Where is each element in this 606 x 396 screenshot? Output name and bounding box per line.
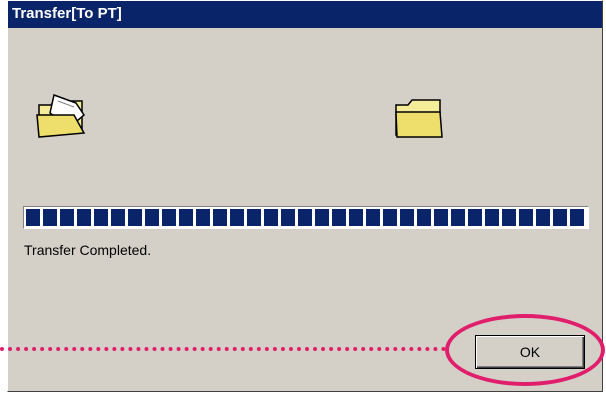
folder-open-with-document-icon: [36, 93, 90, 139]
highlight-circle: [445, 314, 605, 386]
pointer-dotted-line: [0, 347, 446, 351]
window-title: Transfer[To PT]: [12, 5, 122, 22]
transfer-progress-bar: [23, 206, 589, 229]
title-bar[interactable]: Transfer[To PT]: [8, 1, 602, 28]
folder-icon: [394, 97, 444, 139]
status-text: Transfer Completed.: [24, 242, 152, 258]
progress-fill: [26, 209, 587, 226]
